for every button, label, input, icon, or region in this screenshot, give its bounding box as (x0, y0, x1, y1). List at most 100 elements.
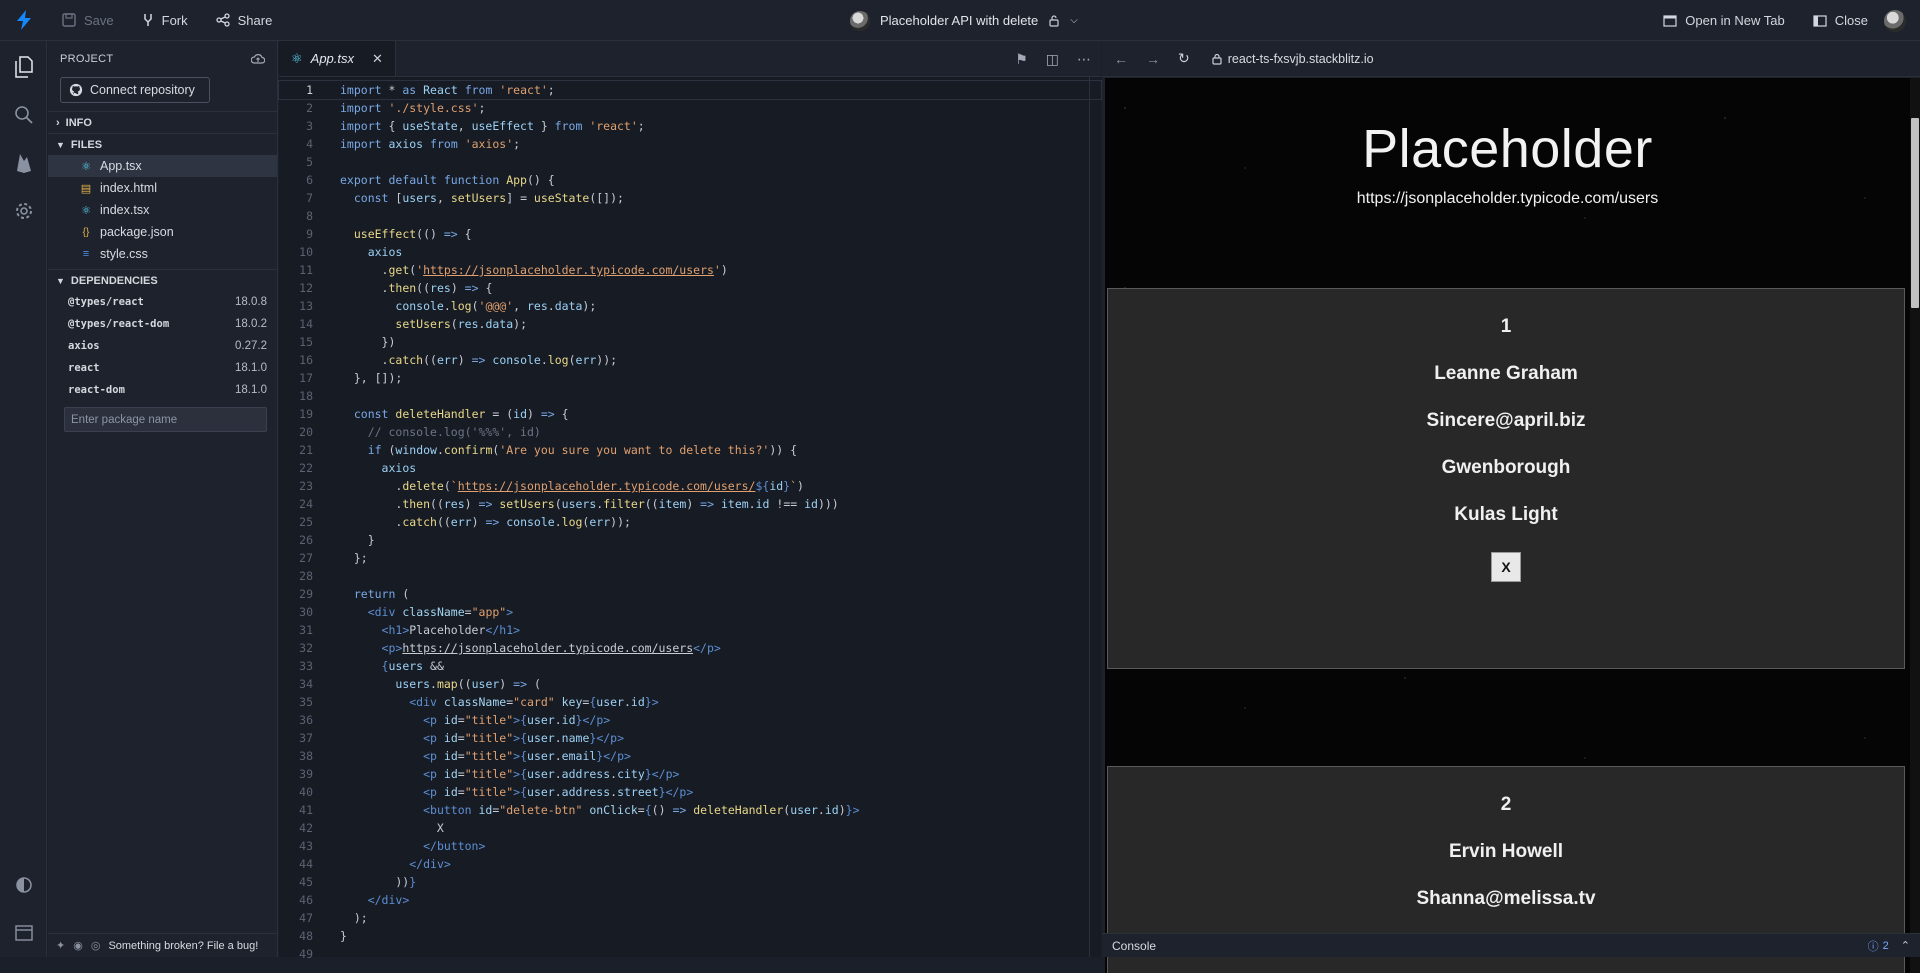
explorer-icon[interactable] (0, 43, 47, 91)
preview-url-bar[interactable]: react-ts-fxsvjb.stackblitz.io (1212, 52, 1374, 66)
code-line: 28 (299, 569, 313, 583)
tab-label: App.tsx (310, 51, 355, 66)
files-section-header[interactable]: ▼ FILES (48, 133, 277, 155)
bug-report-footer[interactable]: ✦ ◉ ◎ Something broken? File a bug! (48, 933, 277, 957)
preview-url: react-ts-fxsvjb.stackblitz.io (1227, 51, 1374, 66)
code-line: 48} (299, 929, 347, 943)
reload-icon[interactable]: ↻ (1178, 50, 1190, 67)
css-icon: ≡ (82, 248, 90, 260)
discord-icon: ◎ (90, 940, 101, 952)
cloud-upload-icon[interactable] (251, 53, 265, 65)
code-line: 24 .then((res) => setUsers(users.filter(… (299, 497, 839, 511)
delete-button[interactable]: X (1491, 552, 1521, 582)
open-new-tab-button[interactable]: Open in New Tab (1649, 0, 1799, 41)
file-item-index-html[interactable]: ▤ index.html (48, 177, 277, 199)
dependency-item[interactable]: @types/react 18.0.8 (48, 291, 277, 313)
more-actions-icon[interactable]: ⋯ (1077, 51, 1091, 68)
code-line: 2 import './style.css'; (306, 101, 486, 115)
code-line: 12 .then((res) => { (299, 281, 493, 295)
preview-scrollbar[interactable] (1910, 78, 1920, 973)
user-id: 2 (1500, 794, 1512, 815)
activity-bar (0, 41, 47, 957)
share-icon (215, 13, 230, 27)
forward-arrow-icon[interactable]: → (1146, 51, 1160, 67)
prettier-icon[interactable]: ⚑ (1015, 51, 1028, 68)
preview-frame: Placeholder https://jsonplaceholder.typi… (1105, 78, 1910, 973)
user-email: Shanna@melissa.tv (1416, 888, 1596, 909)
share-button[interactable]: Share (202, 0, 287, 41)
package-name-input[interactable] (64, 407, 267, 432)
dependency-item[interactable]: react 18.1.0 (48, 357, 277, 379)
code-line: 18 (299, 389, 313, 403)
console-label: Console (1112, 938, 1157, 953)
layout-icon[interactable] (0, 909, 47, 957)
react-icon: ⚛ (291, 50, 303, 66)
file-item-index-tsx[interactable]: ⚛ index.tsx (48, 199, 277, 221)
gear-icon[interactable] (0, 187, 47, 235)
code-line: 30 <div className="app"> (299, 605, 514, 619)
code-line: 32 <p>https://jsonplaceholder.typicode.c… (299, 641, 721, 655)
editor-tabs: ⚛ App.tsx ✕ ⚑ ◫ ⋯ (279, 41, 1101, 77)
code-line: 31 <h1>Placeholder</h1> (299, 623, 521, 637)
user-card: 1 Leanne Graham Sincere@april.biz Gwenbo… (1107, 288, 1905, 669)
close-preview-button[interactable]: Close (1799, 0, 1882, 41)
save-label: Save (84, 12, 114, 28)
file-name: index.tsx (100, 203, 150, 217)
user-street: Kulas Light (1454, 504, 1558, 525)
open-new-tab-label: Open in New Tab (1685, 13, 1785, 28)
code-line: 17 }, []); (299, 371, 403, 385)
console-message-badge[interactable]: ⓘ 2 ⌃ (1868, 938, 1910, 954)
dependency-item[interactable]: axios 0.27.2 (48, 335, 277, 357)
dependency-version: 18.1.0 (235, 362, 267, 374)
file-item-style-css[interactable]: ≡ style.css (48, 243, 277, 265)
back-arrow-icon[interactable]: ← (1114, 51, 1128, 67)
fork-label: Fork (161, 12, 188, 28)
user-email: Sincere@april.biz (1426, 410, 1586, 431)
dependency-item[interactable]: @types/react-dom 18.0.2 (48, 313, 277, 335)
code-line: 20 // console.log('%%%', id) (299, 425, 541, 439)
twitter-icon: ✦ (56, 940, 66, 952)
chevron-down-icon: ▼ (56, 275, 65, 286)
dependency-name: react (68, 362, 100, 374)
code-line: 35 <div className="card" key={user.id}> (299, 695, 659, 709)
bug-report-text: Something broken? File a bug! (108, 939, 259, 952)
save-button[interactable]: Save (48, 0, 128, 41)
external-window-icon (1663, 14, 1677, 27)
code-line: 29 return ( (299, 587, 410, 601)
file-name: index.html (100, 181, 157, 195)
user-avatar[interactable] (1884, 9, 1906, 32)
close-icon[interactable]: ✕ (372, 51, 383, 67)
code-line: 38 <p id="title">{user.email}</p> (299, 749, 631, 763)
scrollbar-thumb[interactable] (1911, 118, 1919, 308)
connect-repository-button[interactable]: Connect repository (60, 77, 210, 103)
lock-open-icon (1049, 14, 1059, 27)
code-line: 4 import axios from 'axios'; (306, 137, 521, 151)
theme-toggle-icon[interactable] (0, 861, 47, 909)
fork-button[interactable]: Fork (128, 0, 202, 41)
chevron-down-icon: ⌵ (1070, 15, 1078, 26)
file-item-package-json[interactable]: {} package.json (48, 221, 277, 243)
code-line: 5 (306, 155, 313, 169)
fork-icon (143, 14, 152, 26)
editor-ruler (1089, 77, 1090, 957)
code-area[interactable]: 1 import * as React from 'react'; 2 import… (278, 77, 1102, 963)
code-line: 44 </div> (299, 857, 451, 871)
dependency-item[interactable]: react-dom 18.1.0 (48, 379, 277, 401)
code-line: 23 .delete(`https://jsonplaceholder.typi… (299, 479, 804, 493)
search-icon[interactable] (0, 91, 47, 139)
code-line: 43 </button> (299, 839, 486, 853)
info-section-header[interactable]: › INFO (48, 111, 277, 133)
code-line: 8 (306, 209, 313, 223)
file-item-app-tsx[interactable]: ⚛ App.tsx (48, 155, 277, 177)
project-title-area[interactable]: Placeholder API with delete ⌵ (850, 0, 1078, 41)
dependencies-section-header[interactable]: ▼ DEPENDENCIES (48, 269, 277, 291)
stackblitz-logo-icon[interactable] (0, 0, 48, 41)
split-editor-icon[interactable]: ◫ (1046, 51, 1059, 68)
console-bar[interactable]: Console ⓘ 2 ⌃ (1102, 933, 1920, 957)
github-icon: ◉ (73, 940, 83, 952)
react-icon: ⚛ (81, 160, 91, 173)
code-line: 46 </div> (299, 893, 410, 907)
tab-app-tsx[interactable]: ⚛ App.tsx ✕ (279, 41, 396, 76)
firebase-icon[interactable] (0, 139, 47, 187)
close-label: Close (1834, 13, 1868, 28)
